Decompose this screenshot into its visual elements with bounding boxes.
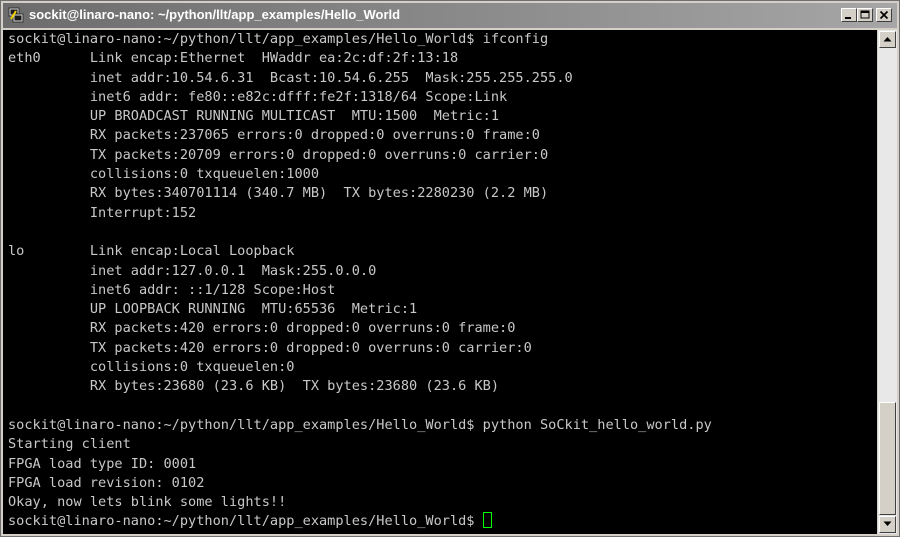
terminal-line: sockit@linaro-nano:~/python/llt/app_exam… [8, 31, 549, 47]
maximize-button[interactable] [857, 8, 873, 22]
terminal-prompt-line[interactable]: sockit@linaro-nano:~/python/llt/app_exam… [8, 512, 712, 531]
minimize-icon [845, 17, 851, 19]
vertical-scrollbar[interactable] [878, 30, 897, 534]
close-icon [879, 10, 889, 20]
terminal-window: sockit@linaro-nano: ~/python/llt/app_exa… [0, 0, 900, 537]
terminal-line: Interrupt:152 [8, 204, 197, 221]
scroll-up-button[interactable] [879, 31, 896, 48]
arrow-down-icon [883, 521, 892, 526]
terminal-output[interactable]: sockit@linaro-nano:~/python/llt/app_exam… [3, 30, 877, 534]
terminal-line: inet6 addr: fe80::e82c:dfff:fe2f:1318/64… [8, 88, 508, 105]
window-title: sockit@linaro-nano: ~/python/llt/app_exa… [29, 7, 401, 22]
arrow-up-icon [883, 37, 892, 42]
terminal-line: RX packets:237065 errors:0 dropped:0 ove… [8, 127, 540, 144]
terminal-line: UP BROADCAST RUNNING MULTICAST MTU:1500 … [8, 108, 500, 125]
terminal-prompt: sockit@linaro-nano:~/python/llt/app_exam… [8, 513, 483, 530]
terminal-line: eth0 Link encap:Ethernet HWaddr ea:2c:df… [8, 50, 459, 67]
terminal-line: lo Link encap:Local Loopback [8, 243, 295, 260]
terminal-line: inet addr:127.0.0.1 Mask:255.0.0.0 [8, 262, 377, 279]
terminal-lines: sockit@linaro-nano:~/python/llt/app_exam… [8, 30, 712, 532]
terminal-line: FPGA load revision: 0102 [8, 474, 205, 491]
terminal-line: inet addr:10.54.6.31 Bcast:10.54.6.255 M… [8, 69, 573, 86]
terminal-line: sockit@linaro-nano:~/python/llt/app_exam… [8, 416, 712, 433]
title-bar[interactable]: sockit@linaro-nano: ~/python/llt/app_exa… [3, 3, 897, 28]
close-button[interactable] [876, 8, 892, 22]
maximize-icon [860, 10, 870, 19]
scrollbar-thumb[interactable] [879, 402, 896, 515]
scroll-down-button[interactable] [879, 516, 896, 533]
terminal-line: RX bytes:23680 (23.6 KB) TX bytes:23680 … [8, 378, 500, 395]
terminal-line: RX bytes:340701114 (340.7 MB) TX bytes:2… [8, 185, 549, 202]
terminal-line: inet6 addr: ::1/128 Scope:Host [8, 281, 336, 298]
terminal-line: Okay, now lets blink some lights!! [8, 494, 287, 511]
terminal-cursor [482, 512, 492, 529]
terminal-line: collisions:0 txqueuelen:0 [8, 359, 295, 376]
terminal-line: FPGA load type ID: 0001 [8, 455, 197, 472]
terminal-line: RX packets:420 errors:0 dropped:0 overru… [8, 320, 516, 337]
terminal-line: UP LOOPBACK RUNNING MTU:65536 Metric:1 [8, 301, 418, 318]
terminal-line: TX packets:420 errors:0 dropped:0 overru… [8, 339, 532, 356]
putty-icon[interactable] [8, 7, 24, 23]
terminal-line: collisions:0 txqueuelen:1000 [8, 166, 319, 183]
minimize-button[interactable] [841, 8, 857, 22]
terminal-line: TX packets:20709 errors:0 dropped:0 over… [8, 146, 549, 163]
terminal-line: Starting client [8, 436, 131, 453]
